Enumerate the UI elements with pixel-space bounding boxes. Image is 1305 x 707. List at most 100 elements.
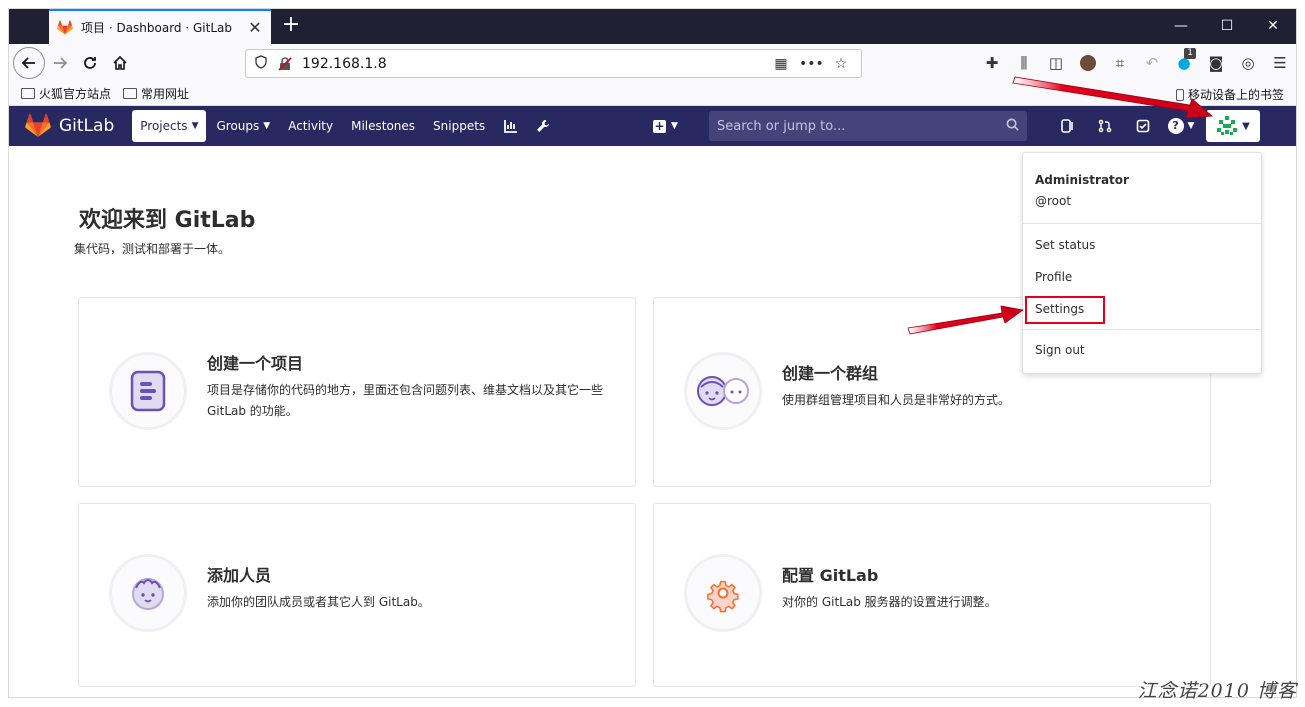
- folder-icon: [123, 88, 138, 99]
- undo-icon[interactable]: ↶: [1136, 44, 1168, 82]
- watermark-text: 江念诺2010 博客: [1137, 680, 1297, 702]
- help-dropdown[interactable]: ? ▼: [1162, 110, 1200, 142]
- page-actions-icon[interactable]: •••: [799, 56, 824, 72]
- create-project-card[interactable]: 创建一个项目 项目是存储你的代码的地方，里面还包含问题列表、维基文档以及其它一些…: [78, 297, 636, 487]
- extension-badge: 1: [1184, 48, 1196, 59]
- menu-item-settings[interactable]: Settings: [1035, 302, 1084, 316]
- dropdown-username[interactable]: @root: [1035, 194, 1071, 208]
- card-title: 创建一个群组: [782, 364, 879, 383]
- mobile-bookmarks[interactable]: 移动设备上的书签: [1175, 86, 1284, 103]
- card-description: 项目是存储你的代码的地方，里面还包含问题列表、维基文档以及其它一些 GitLab…: [207, 383, 604, 418]
- user-menu-button[interactable]: ▼: [1206, 110, 1260, 142]
- gitlab-header: GitLab Projects ▼ Groups ▼ Activity Milest…: [9, 106, 1296, 146]
- home-icon: [113, 55, 127, 70]
- sync-extension-icon[interactable]: ◎: [1232, 44, 1264, 82]
- gitlab-logo[interactable]: GitLab: [25, 114, 132, 138]
- menu-icon[interactable]: ☰: [1264, 44, 1296, 82]
- profile-avatar-icon[interactable]: [1072, 44, 1104, 82]
- chevron-down-icon: ▼: [1187, 121, 1195, 131]
- mobile-icon: [1175, 88, 1184, 101]
- nav-projects[interactable]: Projects ▼: [132, 110, 207, 142]
- chevron-down-icon: ▼: [1242, 120, 1250, 132]
- library-icon[interactable]: ⫼: [1008, 44, 1040, 82]
- tracking-shield-icon[interactable]: [254, 55, 270, 72]
- chevron-down-icon: ▼: [191, 121, 199, 131]
- card-description: 添加你的团队成员或者其它人到 GitLab。: [207, 595, 430, 609]
- header-right-icons: ? ▼ ▼: [1048, 110, 1260, 142]
- url-text[interactable]: 192.168.1.8: [302, 56, 763, 72]
- user-avatar-icon: [1217, 116, 1238, 135]
- folder-icon: [21, 88, 35, 99]
- bookmark-folder-common[interactable]: 常用网址: [123, 85, 189, 102]
- minimize-icon[interactable]: —: [1158, 9, 1204, 44]
- tab-strip: 项目 · Dashboard · GitLab ✕ + — ☐ ✕: [9, 9, 1296, 44]
- bookmark-folder-firefox[interactable]: 火狐官方站点: [21, 85, 111, 102]
- project-icon: [109, 352, 187, 430]
- nav-activity[interactable]: Activity: [280, 110, 341, 142]
- merge-requests-icon[interactable]: [1086, 110, 1124, 142]
- home-button[interactable]: [105, 48, 135, 78]
- window-close-icon[interactable]: ✕: [1250, 9, 1296, 44]
- todos-icon[interactable]: [1124, 110, 1162, 142]
- qr-code-icon[interactable]: ▦: [769, 56, 793, 72]
- browser-tab[interactable]: 项目 · Dashboard · GitLab ✕: [49, 9, 271, 44]
- welcome-subtitle: 集代码，测试和部署于一体。: [74, 242, 231, 256]
- reload-button[interactable]: [75, 48, 105, 78]
- insecure-lock-icon[interactable]: [278, 56, 292, 71]
- search-input[interactable]: [717, 118, 1006, 134]
- card-description: 使用群组管理项目和人员是非常好的方式。: [782, 393, 1011, 407]
- extensions-icon[interactable]: ✚: [976, 44, 1008, 82]
- divider: [1023, 223, 1261, 224]
- url-bar[interactable]: 192.168.1.8 ▦ ••• ☆: [245, 49, 862, 78]
- bookmarks-bar: 火狐官方站点 常用网址 移动设备上的书签: [9, 82, 1296, 106]
- analytics-icon[interactable]: [495, 110, 527, 142]
- dropdown-user-name[interactable]: Administrator: [1035, 173, 1129, 187]
- gitlab-favicon-icon: [57, 19, 73, 35]
- search-box[interactable]: [709, 111, 1027, 141]
- card-description: 对你的 GitLab 服务器的设置进行调整。: [782, 595, 997, 609]
- bookmark-star-icon[interactable]: ☆: [829, 56, 853, 72]
- card-title: 创建一个项目: [207, 354, 304, 373]
- card-title: 配置 GitLab: [782, 566, 879, 585]
- issues-icon[interactable]: [1048, 110, 1086, 142]
- question-circle-icon: ?: [1167, 118, 1184, 134]
- maximize-icon[interactable]: ☐: [1204, 9, 1250, 44]
- browser-window: 项目 · Dashboard · GitLab ✕ + — ☐ ✕ 192.16…: [8, 8, 1297, 698]
- nav-snippets[interactable]: Snippets: [425, 110, 493, 142]
- nav-groups[interactable]: Groups ▼: [208, 110, 278, 142]
- toolbar-right: ✚ ⫼ ◫ ⌗ ↶ ● 1 ◙ ◎ ☰: [976, 44, 1296, 82]
- gitlab-tanuki-icon: [25, 114, 51, 137]
- person-icon: [109, 554, 187, 632]
- group-icon: [684, 352, 762, 430]
- nav-milestones[interactable]: Milestones: [343, 110, 423, 142]
- divider: [1023, 329, 1261, 330]
- mask-extension-icon[interactable]: ◙: [1200, 44, 1232, 82]
- plus-square-icon: +: [653, 118, 666, 133]
- new-tab-icon[interactable]: +: [279, 13, 303, 37]
- crop-icon[interactable]: ⌗: [1104, 44, 1136, 82]
- chevron-down-icon: ▼: [671, 121, 678, 131]
- add-people-card[interactable]: 添加人员 添加你的团队成员或者其它人到 GitLab。: [78, 503, 636, 687]
- reload-icon: [84, 57, 96, 69]
- menu-item-profile[interactable]: Profile: [1035, 270, 1072, 284]
- tab-title: 项目 · Dashboard · GitLab: [81, 21, 232, 35]
- arrow-left-icon: [21, 57, 35, 69]
- admin-wrench-icon[interactable]: [527, 110, 559, 142]
- forward-button[interactable]: [45, 48, 75, 78]
- arrow-right-icon: [54, 57, 68, 69]
- chevron-down-icon: ▼: [263, 121, 271, 131]
- welcome-title: 欢迎来到 GitLab: [79, 208, 256, 233]
- configure-gitlab-card[interactable]: 配置 GitLab 对你的 GitLab 服务器的设置进行调整。: [653, 503, 1211, 687]
- close-tab-icon[interactable]: ✕: [247, 19, 263, 36]
- sidebar-icon[interactable]: ◫: [1040, 44, 1072, 82]
- menu-item-set-status[interactable]: Set status: [1035, 238, 1095, 252]
- gitlab-brand-text: GitLab: [59, 116, 115, 136]
- new-item-dropdown[interactable]: + ▼: [653, 110, 678, 142]
- back-button[interactable]: [13, 47, 45, 79]
- menu-item-sign-out[interactable]: Sign out: [1035, 343, 1085, 357]
- settings-gear-icon: [684, 554, 762, 632]
- ghost-extension-icon[interactable]: ● 1: [1168, 44, 1200, 82]
- card-title: 添加人员: [207, 566, 272, 585]
- user-dropdown-menu: Administrator @root Set status Profile S…: [1022, 152, 1262, 374]
- search-icon: [1006, 118, 1019, 135]
